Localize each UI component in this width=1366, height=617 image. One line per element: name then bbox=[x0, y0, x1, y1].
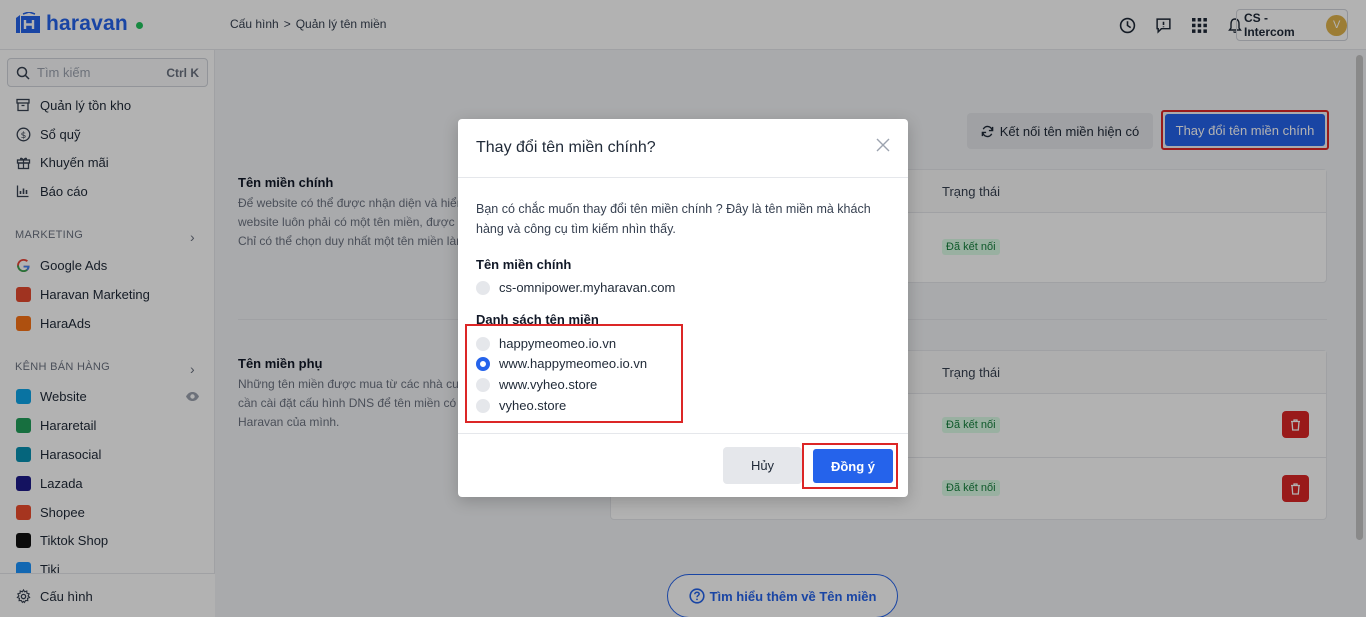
domain-text: cs-omnipower.myharavan.com bbox=[499, 280, 676, 295]
cancel-button[interactable]: Hủy bbox=[723, 447, 802, 484]
domain-text: www.happymeomeo.io.vn bbox=[499, 356, 648, 371]
confirm-button-frame: Đồng ý bbox=[802, 443, 898, 489]
domain-text: happymeomeo.io.vn bbox=[499, 336, 617, 351]
domain-list-label: Danh sách tên miền bbox=[476, 312, 599, 327]
dialog-footer: Hủy Đồng ý bbox=[458, 433, 908, 497]
dialog-message: Bạn có chắc muốn thay đổi tên miền chính… bbox=[476, 202, 871, 236]
close-icon[interactable] bbox=[875, 137, 891, 153]
domain-option-selected[interactable]: www.happymeomeo.io.vn bbox=[476, 356, 647, 371]
radio-button[interactable] bbox=[476, 336, 490, 351]
radio-button-checked[interactable] bbox=[476, 356, 490, 371]
change-primary-domain-dialog: Thay đổi tên miền chính? Bạn có chắc muố… bbox=[458, 119, 908, 497]
primary-domain-label: Tên miền chính bbox=[476, 257, 572, 272]
domain-text: www.vyheo.store bbox=[499, 377, 598, 392]
radio-button[interactable] bbox=[476, 377, 490, 392]
domain-option[interactable]: www.vyheo.store bbox=[476, 377, 597, 392]
domain-text: vyheo.store bbox=[499, 398, 567, 413]
domain-option[interactable]: happymeomeo.io.vn bbox=[476, 336, 616, 351]
dialog-title: Thay đổi tên miền chính? bbox=[476, 139, 656, 156]
primary-domain-option: cs-omnipower.myharavan.com bbox=[476, 280, 675, 295]
domain-option[interactable]: vyheo.store bbox=[476, 398, 566, 413]
confirm-button[interactable]: Đồng ý bbox=[813, 449, 893, 483]
radio-disabled bbox=[476, 280, 490, 295]
dialog-header: Thay đổi tên miền chính? bbox=[458, 119, 908, 178]
radio-button[interactable] bbox=[476, 398, 490, 413]
